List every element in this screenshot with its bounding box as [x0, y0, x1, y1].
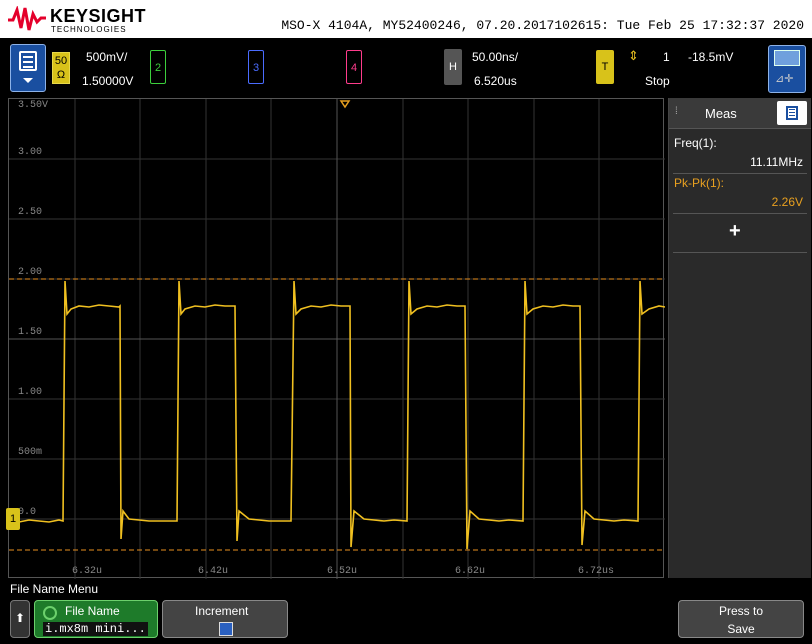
control-bar: 50 Ω 500mV/ 1.50000V 2 3 4 H 50.00ns/ 6.… — [0, 38, 812, 98]
channel1-impedance-badge[interactable]: 50 Ω — [52, 52, 70, 84]
freq-value: 11.11MHz — [750, 155, 803, 169]
voltage-label: 1.50 — [18, 327, 43, 338]
zoom-window-icon — [774, 50, 800, 66]
file-name-value: i.mx8m mini... — [43, 622, 148, 636]
main-menu-button[interactable] — [10, 44, 46, 92]
rotary-knob-icon — [43, 606, 57, 620]
horizontal-scale[interactable]: 50.00ns/ — [472, 50, 518, 64]
header-bar: KEYSIGHT TECHNOLOGIES MSO-X 4104A, MY524… — [0, 0, 812, 38]
freq-label: Freq(1): — [674, 136, 717, 150]
voltage-label: 2.00 — [18, 267, 43, 278]
channel1-offset[interactable]: 1.50000V — [82, 74, 133, 88]
run-state: Stop — [645, 74, 670, 88]
channel3-button[interactable]: 3 — [248, 50, 264, 84]
add-measurement-button[interactable]: + — [729, 220, 741, 243]
trigger-button[interactable]: T — [596, 50, 614, 84]
increment-softkey[interactable]: Increment — [162, 600, 288, 638]
up-arrow-icon: ⬆ — [15, 611, 26, 625]
press-to-label: Press to — [718, 604, 763, 618]
time-label: 6.42u — [198, 566, 229, 577]
impedance-value: 50 — [54, 55, 68, 67]
ohm-symbol: Ω — [56, 69, 66, 81]
voltage-label: 500m — [18, 447, 43, 458]
keysight-logo-icon — [8, 6, 46, 31]
zoom-fit-icon: ⊿✛ — [775, 73, 794, 85]
voltage-label: 0.0 — [18, 507, 37, 518]
channel2-button[interactable]: 2 — [150, 50, 166, 84]
voltage-label: 3.50V — [18, 100, 49, 111]
file-name-label: File Name — [65, 604, 120, 618]
channel1-scale[interactable]: 500mV/ — [86, 50, 127, 64]
chevron-down-icon — [23, 78, 33, 83]
meas-title: Meas — [705, 106, 737, 121]
divider — [673, 173, 807, 174]
measurements-panel: ⁞ Meas Freq(1): 11.11MHz Pk-Pk(1): 2.26V… — [668, 98, 811, 578]
brand-name: KEYSIGHT — [50, 6, 147, 26]
divider — [673, 252, 807, 253]
graticule — [9, 99, 665, 579]
save-label: Save — [727, 622, 755, 636]
waveform-display[interactable] — [8, 98, 665, 579]
divider — [673, 213, 807, 214]
trigger-position-marker — [339, 100, 351, 109]
trigger-source: 1 — [663, 50, 670, 64]
voltage-label: 2.50 — [18, 207, 43, 218]
increment-label: Increment — [195, 604, 249, 618]
meas-menu-button[interactable] — [777, 101, 807, 125]
save-softkey[interactable]: Press to Save — [678, 600, 804, 638]
pkpk-label: Pk-Pk(1): — [674, 176, 725, 190]
channel4-button[interactable]: 4 — [346, 50, 362, 84]
ground-marker-label: 1 — [9, 513, 17, 525]
zoom-button[interactable]: ⊿✛ — [768, 45, 806, 93]
trigger-level[interactable]: -18.5mV — [688, 50, 733, 64]
increment-checkbox[interactable] — [219, 622, 233, 636]
menu-icon — [786, 106, 798, 120]
drag-handle-icon[interactable]: ⁞ — [675, 106, 678, 117]
menu-icon — [19, 51, 37, 71]
menu-title: File Name Menu — [10, 582, 99, 596]
time-label: 6.32u — [72, 566, 103, 577]
brand-subtitle: TECHNOLOGIES — [51, 25, 127, 34]
meas-header: ⁞ Meas — [669, 98, 811, 129]
time-label: 6.52u — [327, 566, 358, 577]
voltage-label: 1.00 — [18, 387, 43, 398]
file-name-softkey[interactable]: File Name i.mx8m mini... — [34, 600, 158, 638]
instrument-info: MSO-X 4104A, MY52400246, 07.20.201710261… — [281, 18, 804, 33]
time-label: 6.62u — [455, 566, 486, 577]
horizontal-button[interactable]: H — [444, 49, 462, 85]
trigger-edge-icon: ⇕ — [628, 48, 639, 63]
time-label: 6.72us — [578, 566, 615, 577]
pkpk-value: 2.26V — [771, 195, 803, 209]
back-button[interactable]: ⬆ — [10, 600, 30, 638]
voltage-label: 3.00 — [18, 147, 43, 158]
channel1-ground-marker[interactable]: 1 — [6, 508, 20, 530]
horizontal-delay[interactable]: 6.520us — [474, 74, 517, 88]
